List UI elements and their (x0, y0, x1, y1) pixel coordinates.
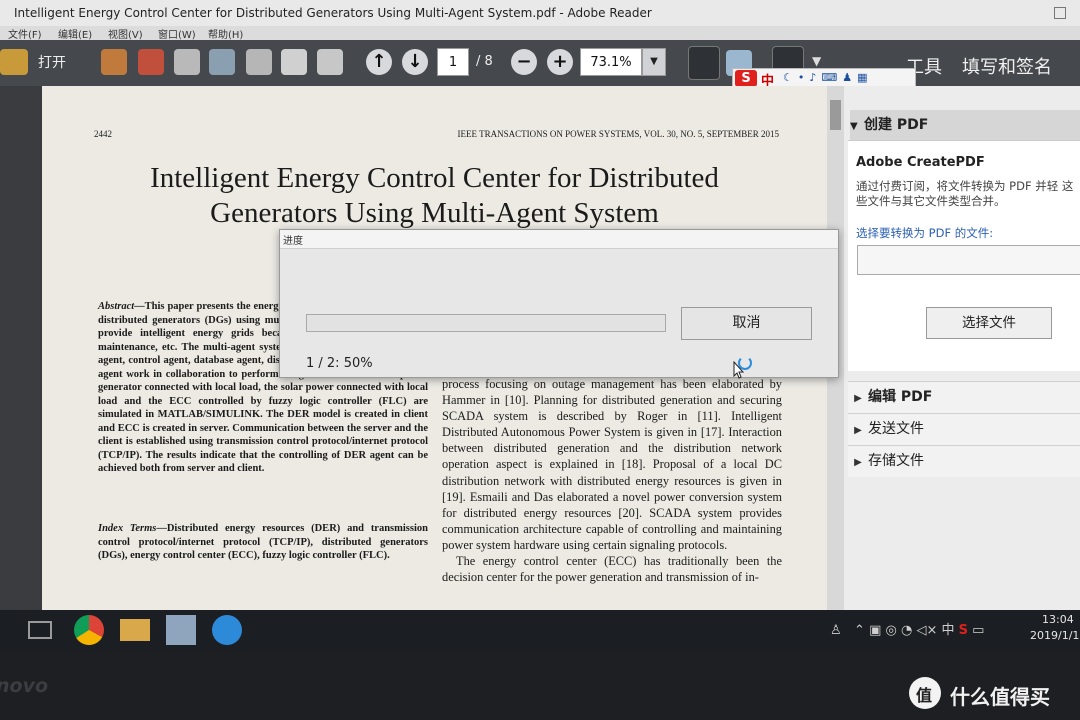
paper-title-line-2: Generators Using Multi-Agent System (210, 197, 659, 229)
collapsed-triangle-icon: ▶ (854, 393, 862, 404)
menu-edit[interactable]: 编辑(E) (58, 26, 92, 41)
ime-logo-icon: S (735, 70, 757, 87)
index-terms-label: Index Terms (98, 523, 157, 534)
menu-window[interactable]: 窗口(W) (158, 26, 196, 41)
pinned-app-icon[interactable] (166, 615, 196, 645)
right-tools-panel: ▼ 创建 PDF Adobe CreatePDF 通过付费订阅，将文件转换为 PD… (844, 86, 1080, 610)
create-pdf-label: 创建 PDF (864, 117, 929, 133)
previous-page-icon[interactable]: ↑ (366, 49, 392, 75)
createpdf-title: Adobe CreatePDF (856, 155, 985, 170)
fill-sign-tab[interactable]: 填写和签名 (962, 53, 1052, 79)
start-button-icon[interactable] (0, 615, 6, 645)
edit-document-icon[interactable] (174, 49, 200, 75)
paper-title-line-1: Intelligent Energy Control Center for Di… (150, 162, 719, 194)
right-column-text: process focusing on outage management ha… (442, 376, 782, 585)
clock-date[interactable]: 2019/1/1 (1030, 629, 1079, 642)
index-terms-paragraph: Index Terms—Distributed energy resources… (98, 522, 428, 563)
progress-status: 1 / 2: 50% (306, 356, 373, 371)
progress-bar (306, 314, 666, 332)
clock-time[interactable]: 13:04 (1042, 613, 1074, 626)
window-titlebar: Intelligent Energy Control Center for Di… (0, 0, 1080, 26)
print-icon[interactable] (281, 49, 307, 75)
watermark-text: 什么值得买 (950, 685, 1050, 709)
save-icon[interactable] (246, 49, 272, 75)
mouse-cursor-icon (733, 361, 745, 379)
open-button-label[interactable]: 打开 (38, 52, 66, 72)
file-explorer-icon[interactable] (120, 619, 150, 641)
zoom-out-icon[interactable]: − (511, 49, 537, 75)
page-number-input[interactable]: 1 (437, 48, 469, 76)
edit-pdf-section[interactable]: ▶ 编辑 PDF (848, 381, 1080, 413)
restore-window-button[interactable] (1054, 7, 1066, 19)
tray-ime[interactable]: 中 (941, 623, 954, 638)
system-tray[interactable]: ♙ ⌃ ▣ ◎ ◔ ◁× 中 S ▭ (830, 619, 984, 638)
laptop-bezel: novo 值 什么值得买 (0, 650, 1080, 720)
browser-icon[interactable] (212, 615, 242, 645)
scrollbar-thumb[interactable] (830, 100, 841, 130)
abstract-label: Abstract (98, 301, 135, 312)
create-pdf-icon[interactable] (101, 49, 127, 75)
toolbar-more-icon[interactable]: ▼ (812, 54, 821, 68)
chrome-icon[interactable] (74, 615, 104, 645)
page-header-journal: IEEE TRANSACTIONS ON POWER SYSTEMS, VOL.… (457, 129, 779, 139)
createpdf-description: 通过付费订阅，将文件转换为 PDF 并轻 这些文件与其它文件类型合并。 (856, 179, 1074, 208)
left-nav-panel (0, 86, 42, 610)
menu-help[interactable]: 帮助(H) (208, 26, 243, 41)
select-files-button[interactable]: 选择文件 (926, 307, 1052, 339)
brand-logo: novo (0, 675, 49, 697)
windows-taskbar: ♙ ⌃ ▣ ◎ ◔ ◁× 中 S ▭ 13:04 2019/1/1 (0, 610, 1080, 650)
expanded-triangle-icon: ▼ (850, 121, 858, 132)
cancel-button[interactable]: 取消 (681, 307, 812, 340)
edit-pdf-label: 编辑 PDF (868, 389, 933, 405)
file-to-convert-field[interactable] (857, 245, 1080, 275)
sogou-tray-icon[interactable]: S (959, 623, 968, 638)
main-toolbar: 打开 ↑ ↓ 1 / 8 − + 73.1% ▼ ▼ 工具 填写和签名 S 中 … (0, 40, 1080, 90)
progress-dialog: 进度 取消 1 / 2: 50% (279, 229, 839, 378)
collapsed-triangle-icon: ▶ (854, 425, 862, 436)
window-title: Intelligent Energy Control Center for Di… (14, 6, 652, 20)
right-column-paragraph-1: process focusing on outage management ha… (442, 377, 782, 552)
zoom-in-icon[interactable]: + (547, 49, 573, 75)
email-icon[interactable] (317, 49, 343, 75)
cloud-upload-icon[interactable] (209, 49, 235, 75)
create-pdf-section-header[interactable]: ▼ 创建 PDF (850, 110, 1080, 140)
menu-view[interactable]: 视图(V) (108, 26, 143, 41)
paper-title: Intelligent Energy Control Center for Di… (82, 161, 787, 231)
menu-bar: 文件(F) 编辑(E) 视图(V) 窗口(W) 帮助(H) (0, 26, 1080, 41)
combine-files-icon[interactable] (138, 49, 164, 75)
send-files-label: 发送文件 (868, 421, 924, 437)
watermark-logo-icon: 值 (909, 677, 941, 709)
page-total: / 8 (476, 54, 493, 69)
menu-file[interactable]: 文件(F) (8, 26, 42, 41)
collapsed-triangle-icon: ▶ (854, 457, 862, 468)
store-files-label: 存储文件 (868, 453, 924, 469)
dialog-title: 进度 (283, 236, 303, 247)
send-files-section[interactable]: ▶ 发送文件 (848, 413, 1080, 445)
watermark-logo-text: 值 (916, 686, 933, 705)
next-page-icon[interactable]: ↓ (402, 49, 428, 75)
zoom-input[interactable]: 73.1% (580, 48, 642, 76)
dialog-titlebar (280, 230, 838, 249)
task-view-icon[interactable] (28, 621, 52, 639)
select-file-label: 选择要转换为 PDF 的文件: (856, 226, 994, 240)
store-files-section[interactable]: ▶ 存储文件 (848, 445, 1080, 477)
folder-open-icon[interactable] (0, 49, 28, 75)
zoom-dropdown-icon[interactable]: ▼ (642, 48, 666, 76)
ime-tools-icon[interactable]: ☾•♪⌨♟▦ (783, 71, 873, 84)
page-header-number: 2442 (94, 129, 112, 139)
create-pdf-section-body: Adobe CreatePDF 通过付费订阅，将文件转换为 PDF 并轻 这些文… (848, 140, 1080, 371)
fit-page-icon[interactable] (688, 46, 720, 80)
right-column-paragraph-2: The energy control center (ECC) has trad… (442, 554, 782, 585)
